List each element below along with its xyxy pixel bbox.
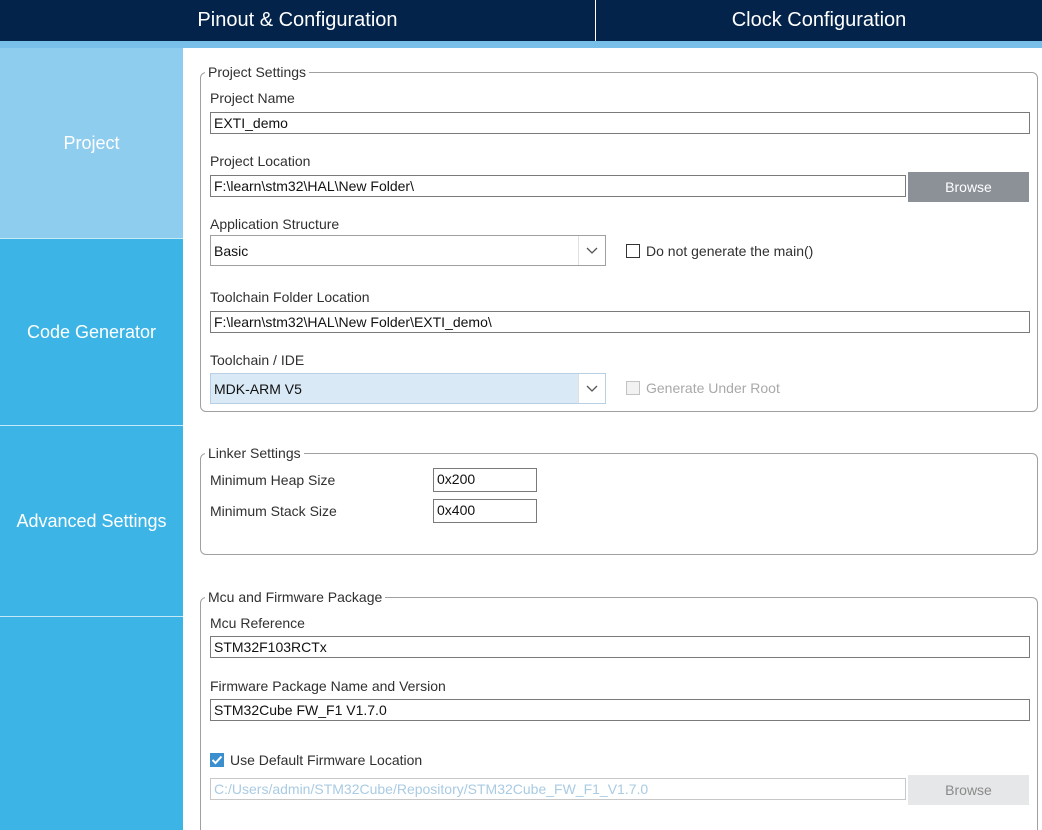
application-structure-select[interactable]: Basic <box>210 235 606 266</box>
use-default-firmware-location-label: Use Default Firmware Location <box>230 752 423 768</box>
mcu-firmware-title: Mcu and Firmware Package <box>205 589 386 605</box>
sidebar-item-advanced-settings[interactable]: Advanced Settings <box>0 426 183 616</box>
sidebar: Project Code Generator Advanced Settings <box>0 48 183 830</box>
checkbox-unchecked-icon <box>626 244 640 258</box>
min-stack-size-field[interactable]: 0x400 <box>433 499 537 523</box>
sidebar-item-project[interactable]: Project <box>0 48 183 238</box>
toolchain-ide-value: MDK-ARM V5 <box>214 380 302 397</box>
do-not-generate-main-checkbox[interactable]: Do not generate the main() <box>626 243 813 259</box>
project-location-label: Project Location <box>210 153 311 169</box>
project-location-field[interactable]: F:\learn\stm32\HAL\New Folder\ <box>210 175 906 197</box>
project-name-field[interactable]: EXTI_demo <box>210 112 1030 134</box>
firmware-package-label: Firmware Package Name and Version <box>210 678 446 694</box>
application-structure-label: Application Structure <box>210 216 340 232</box>
toolchain-ide-select[interactable]: MDK-ARM V5 <box>210 373 606 404</box>
linker-settings-group: Linker Settings Minimum Heap Size 0x200 … <box>200 445 1038 555</box>
checkbox-disabled-icon <box>626 381 640 395</box>
application-structure-value: Basic <box>214 242 249 259</box>
project-settings-title: Project Settings <box>205 64 310 80</box>
project-location-browse-button[interactable]: Browse <box>908 172 1029 202</box>
generate-under-root-label: Generate Under Root <box>646 380 780 396</box>
tab-accent-strip <box>0 41 1042 48</box>
mcu-reference-field: STM32F103RCTx <box>210 636 1030 658</box>
sidebar-divider <box>0 616 183 617</box>
project-settings-group: Project Settings Project Name EXTI_demo … <box>200 64 1038 412</box>
checkbox-checked-icon <box>210 753 224 767</box>
chevron-down-icon <box>578 236 605 265</box>
min-heap-size-field[interactable]: 0x200 <box>433 468 537 492</box>
toolchain-ide-label: Toolchain / IDE <box>210 352 305 368</box>
min-heap-size-label: Minimum Heap Size <box>210 472 336 488</box>
generate-under-root-checkbox: Generate Under Root <box>626 380 780 396</box>
firmware-location-browse-button: Browse <box>908 775 1029 805</box>
toolchain-folder-field[interactable]: F:\learn\stm32\HAL\New Folder\EXTI_demo\ <box>210 311 1030 333</box>
mcu-reference-label: Mcu Reference <box>210 615 305 631</box>
sidebar-item-code-generator[interactable]: Code Generator <box>0 239 183 425</box>
use-default-firmware-location-checkbox[interactable]: Use Default Firmware Location <box>210 752 422 768</box>
min-stack-size-label: Minimum Stack Size <box>210 503 337 519</box>
linker-settings-title: Linker Settings <box>205 445 304 461</box>
mcu-firmware-group: Mcu and Firmware Package Mcu Reference S… <box>200 589 1038 830</box>
tab-pinout-configuration[interactable]: Pinout & Configuration <box>0 0 596 41</box>
tab-clock-configuration[interactable]: Clock Configuration <box>596 0 1042 41</box>
toolchain-folder-label: Toolchain Folder Location <box>210 289 370 305</box>
firmware-location-field: C:/Users/admin/STM32Cube/Repository/STM3… <box>210 778 906 800</box>
firmware-package-field: STM32Cube FW_F1 V1.7.0 <box>210 699 1030 721</box>
chevron-down-icon <box>578 374 605 403</box>
project-name-label: Project Name <box>210 90 295 106</box>
top-tab-bar: Pinout & Configuration Clock Configurati… <box>0 0 1042 41</box>
do-not-generate-main-label: Do not generate the main() <box>646 243 814 259</box>
